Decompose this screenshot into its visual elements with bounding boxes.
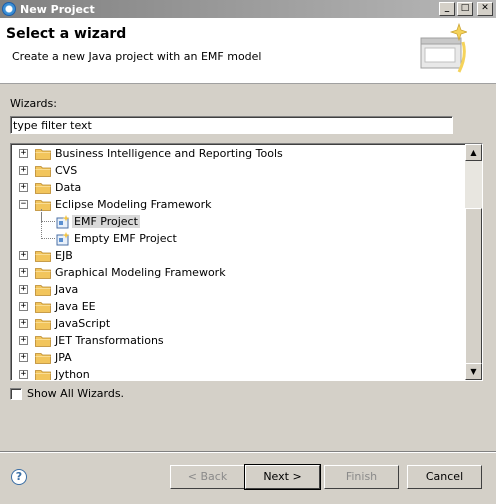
separator bbox=[0, 451, 496, 453]
help-icon[interactable]: ? bbox=[11, 469, 27, 485]
tree-folder-row[interactable]: + Business Intelligence and Reporting Too… bbox=[11, 145, 463, 162]
page-title: Select a wizard bbox=[6, 26, 127, 42]
folder-icon bbox=[35, 183, 51, 194]
emf-project-icon bbox=[56, 215, 70, 229]
tree-folder-row[interactable]: + Graphical Modeling Framework bbox=[11, 264, 463, 281]
folder-icon bbox=[35, 353, 51, 364]
scroll-up-icon[interactable]: ▲ bbox=[465, 144, 482, 161]
cancel-button[interactable]: Cancel bbox=[407, 465, 482, 489]
minimize-icon[interactable]: _ bbox=[439, 2, 455, 16]
eclipse-icon bbox=[2, 2, 16, 16]
folder-icon bbox=[35, 319, 51, 330]
tree-folder-row[interactable]: + EJB bbox=[11, 247, 463, 264]
folder-icon bbox=[35, 149, 51, 160]
tree-item-label: JET Transformations bbox=[55, 334, 164, 347]
show-all-checkbox[interactable] bbox=[10, 387, 22, 400]
expand-icon[interactable]: + bbox=[19, 370, 28, 379]
tree-item-label: Empty EMF Project bbox=[74, 232, 177, 245]
back-button[interactable]: < Back bbox=[170, 465, 245, 489]
show-all-wizards[interactable]: Show All Wizards. bbox=[10, 387, 124, 400]
tree-item-label: EJB bbox=[55, 249, 73, 262]
tree-guide-line bbox=[41, 209, 42, 235]
maximize-icon[interactable]: □ bbox=[457, 2, 473, 16]
scrollbar-thumb[interactable] bbox=[465, 208, 482, 368]
tree-item-label: Eclipse Modeling Framework bbox=[55, 198, 212, 211]
tree-folder-row[interactable]: + Data bbox=[11, 179, 463, 196]
tree-item-label: Data bbox=[55, 181, 82, 194]
folder-icon bbox=[35, 370, 51, 380]
filter-input[interactable] bbox=[10, 116, 453, 134]
tree-item-label: CVS bbox=[55, 164, 78, 177]
tree-folder-row[interactable]: − Eclipse Modeling Framework bbox=[11, 196, 463, 213]
expand-icon[interactable]: + bbox=[19, 302, 28, 311]
tree-folder-row[interactable]: + CVS bbox=[11, 162, 463, 179]
tree-item-label: JPA bbox=[55, 351, 72, 364]
tree-connector bbox=[41, 230, 55, 239]
wizard-tree[interactable]: + Business Intelligence and Reporting Too… bbox=[10, 143, 483, 381]
expand-icon[interactable]: + bbox=[19, 319, 28, 328]
title-bar: New Project _ □ ✕ bbox=[0, 0, 496, 18]
wizards-label: Wizards: bbox=[10, 97, 57, 110]
collapse-icon[interactable]: − bbox=[19, 200, 28, 209]
tree-item-label: Jython bbox=[55, 368, 90, 381]
tree-folder-row[interactable]: + JPA bbox=[11, 349, 463, 366]
expand-icon[interactable]: + bbox=[19, 149, 28, 158]
scroll-down-icon[interactable]: ▼ bbox=[465, 363, 482, 380]
expand-icon[interactable]: + bbox=[19, 183, 28, 192]
expand-icon[interactable]: + bbox=[19, 285, 28, 294]
emf-project-icon bbox=[56, 232, 70, 246]
tree-item-label: Java EE bbox=[55, 300, 96, 313]
expand-icon[interactable]: + bbox=[19, 336, 28, 345]
expand-icon[interactable]: + bbox=[19, 251, 28, 260]
folder-icon bbox=[35, 302, 51, 313]
expand-icon[interactable]: + bbox=[19, 353, 28, 362]
tree-leaf-row[interactable]: EMF Project bbox=[11, 213, 463, 230]
tree-item-label: Java bbox=[55, 283, 79, 296]
expand-icon[interactable]: + bbox=[19, 166, 28, 175]
tree-item-label: EMF Project bbox=[72, 215, 140, 228]
vertical-scrollbar[interactable]: ▲ ▼ bbox=[465, 144, 482, 380]
tree-folder-row[interactable]: + JavaScript bbox=[11, 315, 463, 332]
folder-icon bbox=[35, 166, 51, 177]
folder-icon bbox=[35, 285, 51, 296]
folder-icon bbox=[35, 336, 51, 347]
window-title: New Project bbox=[20, 2, 95, 16]
show-all-label: Show All Wizards. bbox=[27, 387, 125, 400]
folder-icon bbox=[35, 200, 51, 211]
tree-folder-row[interactable]: + JET Transformations bbox=[11, 332, 463, 349]
wizard-header: Select a wizard Create a new Java projec… bbox=[0, 18, 496, 84]
tree-item-label: Business Intelligence and Reporting Tool… bbox=[55, 147, 283, 160]
close-icon[interactable]: ✕ bbox=[477, 2, 493, 16]
tree-leaf-row[interactable]: Empty EMF Project bbox=[11, 230, 463, 247]
finish-button[interactable]: Finish bbox=[324, 465, 399, 489]
folder-icon bbox=[35, 251, 51, 262]
wizard-banner-icon bbox=[420, 22, 467, 73]
tree-folder-row[interactable]: + Java bbox=[11, 281, 463, 298]
tree-connector bbox=[41, 213, 55, 222]
window-controls: _ □ ✕ bbox=[439, 2, 493, 16]
next-button[interactable]: Next > bbox=[244, 464, 321, 490]
tree-folder-row[interactable]: + Jython bbox=[11, 366, 463, 381]
expand-icon[interactable]: + bbox=[19, 268, 28, 277]
tree-folder-row[interactable]: + Java EE bbox=[11, 298, 463, 315]
tree-item-label: Graphical Modeling Framework bbox=[55, 266, 226, 279]
folder-icon bbox=[35, 268, 51, 279]
page-description: Create a new Java project with an EMF mo… bbox=[12, 50, 262, 63]
tree-item-label: JavaScript bbox=[55, 317, 111, 330]
